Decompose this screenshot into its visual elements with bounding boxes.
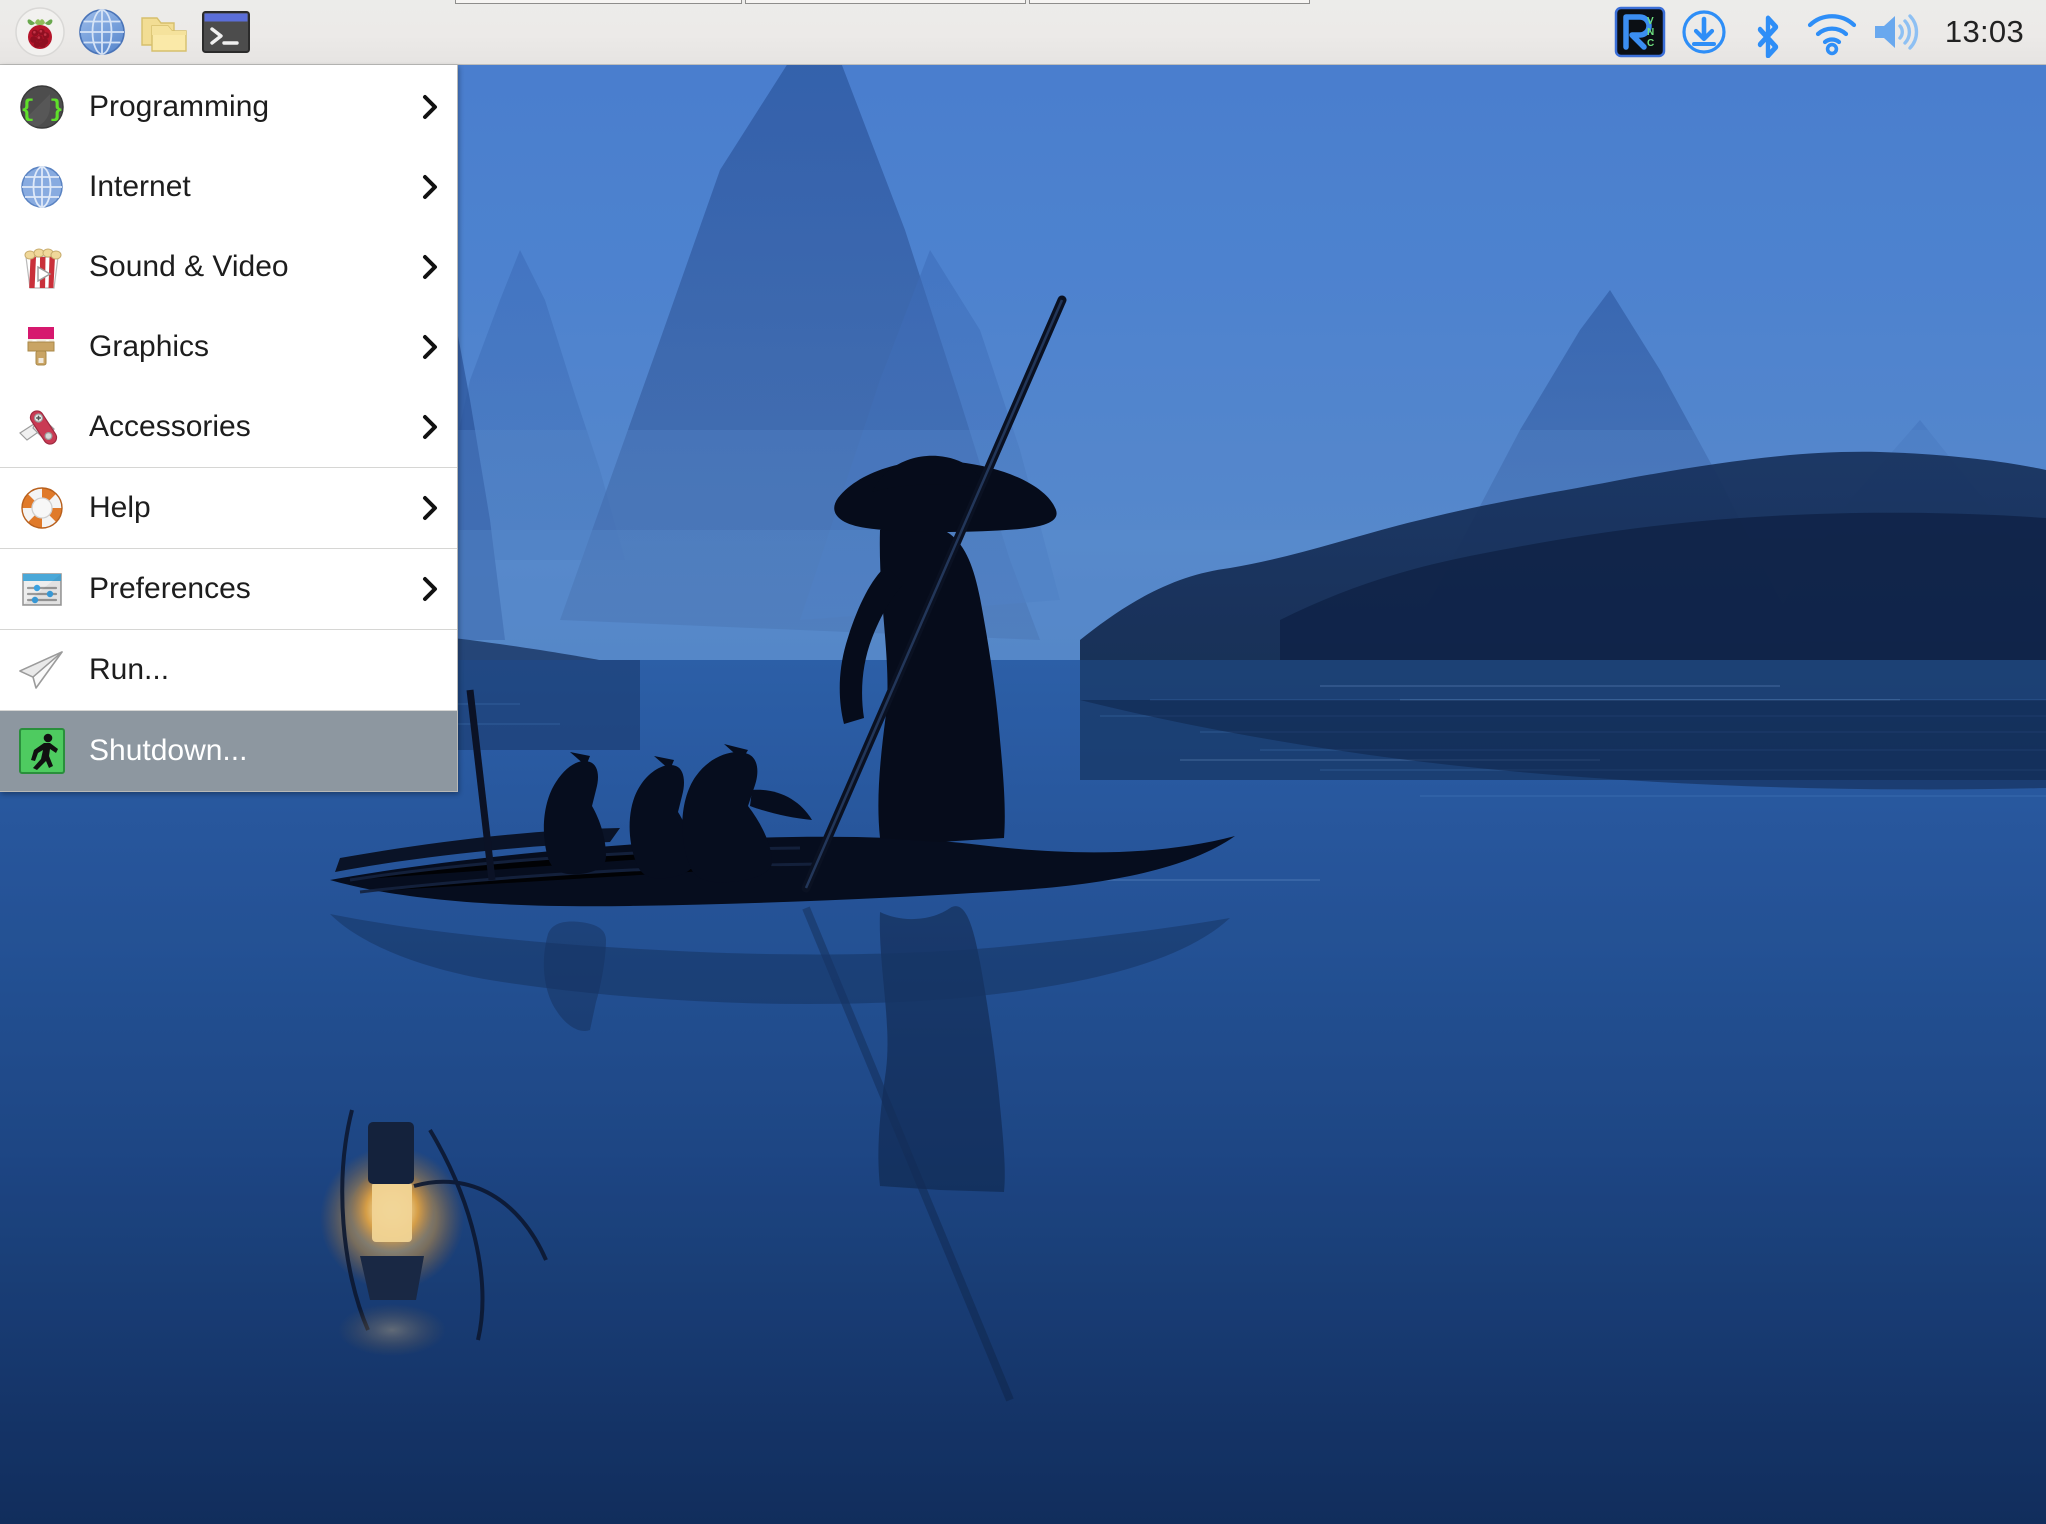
svg-text:V: V [1647, 16, 1654, 27]
graphics-icon [16, 321, 68, 373]
menu-item-label: Graphics [89, 330, 210, 363]
programming-icon: { } [16, 81, 68, 133]
menu-item-label: Help [89, 491, 151, 524]
help-icon [16, 482, 68, 534]
menu-item-label: Internet [89, 170, 191, 203]
accessories-icon [16, 401, 68, 453]
chevron-right-icon [417, 412, 443, 442]
desktop-screen: VNC 13:03 {} Programming Internet Sound… [0, 0, 2046, 1524]
menu-item-label: Accessories [89, 410, 251, 443]
terminal-icon[interactable] [200, 6, 252, 58]
chevron-right-icon [417, 493, 443, 523]
chevron-right-icon [417, 574, 443, 604]
file-manager-icon[interactable] [138, 6, 190, 58]
preferences-icon [16, 563, 68, 615]
menu-item-shutdown[interactable]: Shutdown... [0, 711, 457, 791]
taskbar-window-buttons [455, 0, 1310, 4]
bluetooth-icon[interactable] [1739, 4, 1797, 60]
vnc-icon[interactable]: VNC [1611, 4, 1669, 60]
task-window-2[interactable] [745, 0, 1026, 4]
menu-item-label: Run... [89, 653, 170, 686]
task-window-3[interactable] [1029, 0, 1310, 4]
volume-icon[interactable] [1867, 4, 1925, 60]
chevron-right-icon [417, 332, 443, 362]
menu-item-help[interactable]: Help [0, 468, 457, 548]
menu-item-internet[interactable]: Internet [0, 147, 457, 227]
taskbar: VNC 13:03 [0, 0, 2046, 65]
menu-item-accessories[interactable]: Accessories [0, 387, 457, 467]
raspberry-menu-icon[interactable] [14, 6, 66, 58]
chevron-right-icon [417, 92, 443, 122]
web-browser-icon[interactable] [76, 6, 128, 58]
menu-item-label: Shutdown... [89, 734, 248, 767]
menu-item-run[interactable]: Run... [0, 630, 457, 710]
svg-text:C: C [1647, 38, 1654, 49]
svg-text:N: N [1647, 27, 1654, 38]
menu-item-label: Preferences [89, 572, 251, 605]
menu-item-label: Programming [89, 90, 270, 123]
chevron-right-icon [417, 252, 443, 282]
wifi-icon[interactable] [1803, 4, 1861, 60]
system-tray: VNC 13:03 [1611, 4, 2046, 60]
menu-item-sound-video[interactable]: Sound & Video [0, 227, 457, 307]
updates-icon[interactable] [1675, 4, 1733, 60]
main-menu: { } Programming Internet Sound & Video G… [0, 65, 458, 792]
taskbar-launchers [0, 6, 252, 58]
chevron-right-icon [417, 172, 443, 202]
menu-item-label: Sound & Video [89, 250, 289, 283]
svg-text:{ }: { } [20, 97, 63, 124]
menu-item-graphics[interactable]: Graphics [0, 307, 457, 387]
menu-item-programming[interactable]: { } Programming [0, 67, 457, 147]
run-icon [16, 644, 68, 696]
menu-item-preferences[interactable]: Preferences [0, 549, 457, 629]
internet-icon [16, 161, 68, 213]
clock[interactable]: 13:03 [1931, 14, 2030, 50]
shutdown-icon [16, 725, 68, 777]
sound-video-icon [16, 241, 68, 293]
task-window-1[interactable] [455, 0, 742, 4]
